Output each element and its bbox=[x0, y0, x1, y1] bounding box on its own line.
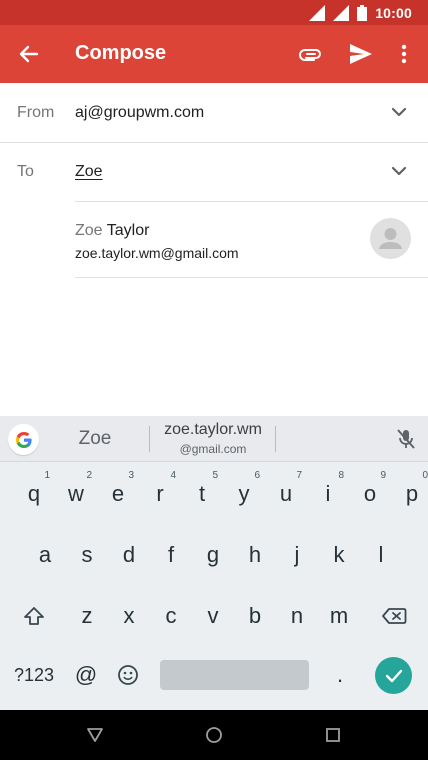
person-icon bbox=[379, 228, 402, 249]
suggestion-email: zoe.taylor.wm@gmail.com bbox=[75, 245, 239, 261]
key-y[interactable]: y6 bbox=[224, 467, 264, 521]
navigation-bar bbox=[0, 710, 428, 760]
key-hint: 1 bbox=[44, 470, 50, 481]
keyboard-suggestion-sub: @gmail.com bbox=[179, 442, 247, 456]
key-hint: 8 bbox=[338, 470, 344, 481]
key-z[interactable]: z bbox=[67, 589, 107, 643]
key-s[interactable]: s bbox=[67, 528, 107, 582]
shift-icon bbox=[24, 607, 44, 625]
arrow-back-icon bbox=[19, 45, 39, 63]
at-key[interactable]: @ bbox=[66, 648, 106, 702]
google-icon bbox=[15, 431, 32, 448]
key-u[interactable]: u7 bbox=[266, 467, 306, 521]
key-l[interactable]: l bbox=[361, 528, 401, 582]
key-p[interactable]: p0 bbox=[392, 467, 428, 521]
key-x[interactable]: x bbox=[109, 589, 149, 643]
nav-home-button[interactable] bbox=[202, 723, 226, 747]
key-hint: 5 bbox=[212, 470, 218, 481]
attach-button[interactable] bbox=[296, 39, 326, 69]
status-bar: 10:00 bbox=[0, 0, 428, 25]
key-n[interactable]: n bbox=[277, 589, 317, 643]
signal-icon bbox=[309, 4, 326, 21]
backspace-key[interactable] bbox=[374, 589, 414, 643]
space-key[interactable] bbox=[160, 660, 309, 690]
nav-back-button[interactable] bbox=[83, 723, 107, 747]
avatar bbox=[370, 218, 411, 259]
key-hint: 7 bbox=[296, 470, 302, 481]
to-label: To bbox=[17, 163, 34, 180]
from-row[interactable]: From aj@groupwm.com bbox=[0, 83, 428, 142]
emoji-icon bbox=[118, 665, 138, 685]
key-r[interactable]: r4 bbox=[140, 467, 180, 521]
google-button[interactable] bbox=[8, 424, 39, 455]
signal-icon bbox=[333, 4, 350, 21]
send-button[interactable] bbox=[346, 39, 376, 69]
check-icon bbox=[385, 669, 402, 682]
chevron-down-icon[interactable] bbox=[388, 160, 410, 182]
from-value: aj@groupwm.com bbox=[75, 104, 205, 121]
more-options-button[interactable] bbox=[392, 39, 416, 69]
key-q[interactable]: q1 bbox=[14, 467, 54, 521]
battery-icon bbox=[357, 4, 368, 21]
key-e[interactable]: e3 bbox=[98, 467, 138, 521]
keyboard-suggestion[interactable]: Zoe bbox=[60, 428, 130, 450]
suggestion-name-typed: Zoe bbox=[75, 222, 103, 239]
key-h[interactable]: h bbox=[235, 528, 275, 582]
key-hint: 6 bbox=[254, 470, 260, 481]
key-f[interactable]: f bbox=[151, 528, 191, 582]
chevron-down-icon[interactable] bbox=[388, 101, 410, 123]
key-v[interactable]: v bbox=[193, 589, 233, 643]
status-time: 10:00 bbox=[375, 4, 412, 21]
emoji-key[interactable] bbox=[108, 648, 148, 702]
period-key[interactable]: . bbox=[320, 648, 360, 702]
page-title: Compose bbox=[75, 42, 167, 64]
backspace-icon bbox=[382, 608, 407, 624]
triangle-back-icon bbox=[87, 728, 103, 742]
keyboard: Zoe zoe.taylor.wm @gmail.com ?123 @ . q … bbox=[0, 416, 428, 710]
contact-suggestion[interactable]: Zoe Taylor zoe.taylor.wm@gmail.com bbox=[0, 202, 428, 278]
key-hint: 9 bbox=[380, 470, 386, 481]
square-recents-icon bbox=[326, 728, 340, 742]
from-label: From bbox=[17, 104, 55, 121]
send-icon bbox=[350, 44, 372, 64]
divider bbox=[75, 277, 428, 278]
key-g[interactable]: g bbox=[193, 528, 233, 582]
key-j[interactable]: j bbox=[277, 528, 317, 582]
key-hint: 2 bbox=[86, 470, 92, 481]
to-row[interactable]: To Zoe bbox=[0, 142, 428, 201]
keyboard-suggestion-email[interactable]: zoe.taylor.wm @gmail.com bbox=[150, 421, 276, 456]
key-k[interactable]: k bbox=[319, 528, 359, 582]
key-d[interactable]: d bbox=[109, 528, 149, 582]
suggestion-name: Zoe Taylor bbox=[75, 222, 149, 240]
back-button[interactable] bbox=[14, 39, 44, 69]
suggestion-name-rest: Taylor bbox=[102, 222, 150, 239]
paperclip-icon bbox=[299, 49, 321, 61]
keyboard-suggestion-main: zoe.taylor.wm bbox=[164, 421, 262, 438]
key-t[interactable]: t5 bbox=[182, 467, 222, 521]
divider bbox=[275, 426, 276, 452]
key-o[interactable]: o9 bbox=[350, 467, 390, 521]
shift-key[interactable] bbox=[14, 589, 54, 643]
key-i[interactable]: i8 bbox=[308, 467, 348, 521]
mic-off-icon[interactable] bbox=[394, 427, 418, 451]
keyboard-suggestion-bar: Zoe zoe.taylor.wm @gmail.com bbox=[0, 416, 428, 462]
nav-recents-button[interactable] bbox=[321, 723, 345, 747]
key-b[interactable]: b bbox=[235, 589, 275, 643]
app-bar: Compose bbox=[0, 25, 428, 83]
key-c[interactable]: c bbox=[151, 589, 191, 643]
key-w[interactable]: w2 bbox=[56, 467, 96, 521]
circle-home-icon bbox=[206, 727, 222, 743]
key-hint: 3 bbox=[128, 470, 134, 481]
key-m[interactable]: m bbox=[319, 589, 359, 643]
symbols-key[interactable]: ?123 bbox=[12, 648, 56, 702]
enter-key[interactable] bbox=[375, 657, 412, 694]
key-hint: 0 bbox=[422, 470, 428, 481]
key-a[interactable]: a bbox=[25, 528, 65, 582]
more-vert-icon bbox=[401, 44, 407, 64]
key-hint: 4 bbox=[170, 470, 176, 481]
to-input[interactable]: Zoe bbox=[75, 163, 103, 181]
